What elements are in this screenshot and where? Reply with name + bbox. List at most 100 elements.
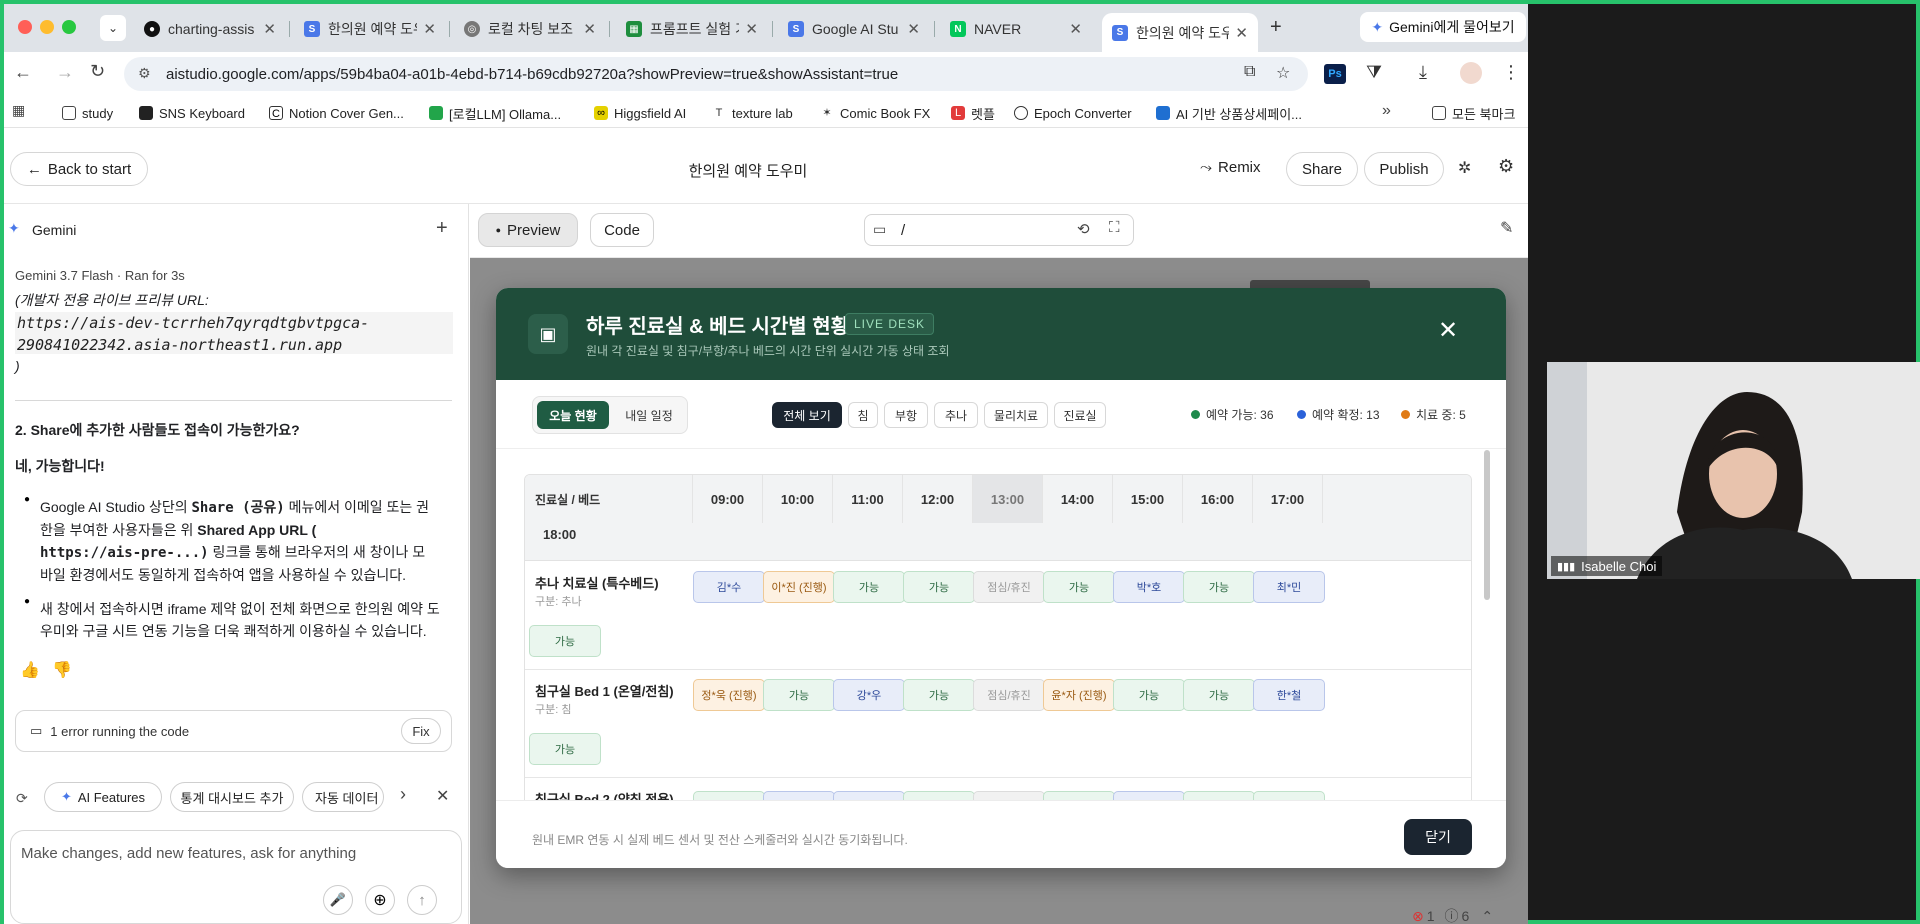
thumbs-down-icon[interactable]: 👎 xyxy=(52,660,72,680)
schedule-cell[interactable]: 강*우 xyxy=(833,679,905,711)
tab-close-icon[interactable]: ✕ xyxy=(907,20,920,38)
new-chat-button[interactable]: + xyxy=(436,217,448,240)
path-input[interactable]: / xyxy=(901,222,905,239)
profile-avatar[interactable] xyxy=(1460,62,1482,84)
site-info-icon[interactable]: ⚙ xyxy=(138,65,151,82)
schedule-cell[interactable]: 정*욱 (진행) xyxy=(693,679,765,711)
schedule-cell[interactable]: 윤*자 (진행) xyxy=(1043,679,1115,711)
segment-tomorrow[interactable]: 내일 일정 xyxy=(613,401,685,429)
bookmark-ai-product[interactable]: AI 기반 상품상세페이... xyxy=(1156,103,1302,123)
tab-close-icon[interactable]: ✕ xyxy=(1069,20,1082,38)
back-arrow-icon[interactable]: ← xyxy=(14,62,32,83)
schedule-cell[interactable]: 가능 xyxy=(1183,679,1255,711)
publish-button[interactable]: Publish xyxy=(1364,152,1444,186)
schedule-cell[interactable]: 점심/휴진 xyxy=(973,571,1045,603)
tab-search-button[interactable]: ⌄ xyxy=(100,15,126,41)
maximize-window-button[interactable] xyxy=(62,20,76,34)
schedule-cell[interactable]: 가능 xyxy=(1043,571,1115,603)
fix-button[interactable]: Fix xyxy=(401,718,441,744)
schedule-cell[interactable]: 가능 xyxy=(903,679,975,711)
tab-2[interactable]: ◎ 로컬 차팅 보조 5 ✕ xyxy=(454,13,606,45)
suggestion-stats-dashboard[interactable]: 통계 대시보드 추가 xyxy=(170,782,294,812)
back-to-start-button[interactable]: ← Back to start xyxy=(10,152,148,186)
schedule-cell[interactable]: 한*철 xyxy=(1253,679,1325,711)
apps-grid-icon[interactable]: ▦ xyxy=(12,102,25,119)
microphone-icon[interactable]: 🎤 xyxy=(323,885,353,915)
bookmark-study[interactable]: study xyxy=(62,103,113,123)
schedule-cell[interactable]: 가능 xyxy=(763,679,835,711)
schedule-cell[interactable]: 가능 xyxy=(1113,679,1185,711)
remix-button[interactable]: ⤳ Remix xyxy=(1200,159,1261,176)
settings-gear-icon[interactable]: ⚙ xyxy=(1498,156,1514,177)
bug-icon[interactable]: ✲ xyxy=(1458,158,1471,178)
schedule-cell[interactable]: 가능 xyxy=(529,625,601,657)
segment-today[interactable]: 오늘 현황 xyxy=(537,401,609,429)
tab-1[interactable]: S 한의원 예약 도우 ✕ xyxy=(294,13,446,45)
tab-close-icon[interactable]: ✕ xyxy=(1235,24,1248,42)
tab-0[interactable]: ● charting-assis ✕ xyxy=(134,13,286,45)
filter-all[interactable]: 전체 보기 xyxy=(772,402,842,428)
prompt-input[interactable]: Make changes, add new features, ask for … xyxy=(10,830,462,924)
suggestion-ai-features[interactable]: ✦ AI Features xyxy=(44,782,162,812)
filter-acupuncture[interactable]: 침 xyxy=(848,402,878,428)
close-modal-button[interactable]: 닫기 xyxy=(1404,819,1472,855)
all-bookmarks-folder[interactable]: 모든 북마크 xyxy=(1432,103,1515,123)
forward-arrow-icon[interactable]: → xyxy=(56,62,74,83)
tab-close-icon[interactable]: ✕ xyxy=(263,20,276,38)
tab-5[interactable]: N NAVER ✕ xyxy=(940,13,1092,45)
schedule-cell[interactable]: 가능 xyxy=(903,571,975,603)
tab-preview[interactable]: ● Preview xyxy=(478,213,578,247)
bookmark-comic-book-fx[interactable]: ✶ Comic Book FX xyxy=(820,103,930,123)
close-icon[interactable]: ✕ xyxy=(436,786,449,806)
device-toggle-icon[interactable]: ▭ xyxy=(873,221,886,238)
edit-icon[interactable]: ✎ xyxy=(1500,218,1513,238)
install-app-icon[interactable]: ⧉ xyxy=(1244,63,1255,81)
schedule-cell[interactable]: 가능 xyxy=(833,571,905,603)
tab-close-icon[interactable]: ✕ xyxy=(423,20,436,38)
filter-cupping[interactable]: 부항 xyxy=(884,402,928,428)
bookmark-star-icon[interactable]: ☆ xyxy=(1276,63,1290,83)
tab-close-icon[interactable]: ✕ xyxy=(745,20,758,38)
tab-4[interactable]: S Google AI Stu ✕ xyxy=(778,13,930,45)
bookmark-higgsfield[interactable]: ∞ Higgsfield AI xyxy=(594,103,686,123)
filter-physio[interactable]: 물리치료 xyxy=(984,402,1048,428)
bookmark-letple[interactable]: L 렛플 xyxy=(951,103,995,123)
close-window-button[interactable] xyxy=(18,20,32,34)
bookmark-texture-lab[interactable]: Ttexture lab xyxy=(712,103,793,123)
schedule-cell[interactable]: 박*호 xyxy=(1113,571,1185,603)
schedule-cell[interactable]: 이*진 (진행) xyxy=(763,571,835,603)
new-tab-button[interactable]: + xyxy=(1270,16,1282,39)
minimize-window-button[interactable] xyxy=(40,20,54,34)
send-button[interactable]: ↑ xyxy=(407,885,437,915)
add-attachment-icon[interactable]: ⊕ xyxy=(365,885,395,915)
tab-code[interactable]: Code xyxy=(590,213,654,247)
url-field[interactable]: ⚙ aistudio.google.com/apps/59b4ba04-a01b… xyxy=(124,57,1308,91)
gemini-ask-button[interactable]: ✦ Gemini에게 물어보기 xyxy=(1360,12,1526,42)
schedule-cell[interactable]: 가능 xyxy=(529,733,601,765)
bookmark-ollama[interactable]: [로컬LLM] Ollama... xyxy=(429,103,561,123)
bookmark-notion-cover[interactable]: C Notion Cover Gen... xyxy=(269,103,404,123)
filter-exam-room[interactable]: 진료실 xyxy=(1054,402,1106,428)
filter-chuna[interactable]: 추나 xyxy=(934,402,978,428)
bookmark-epoch-converter[interactable]: Epoch Converter xyxy=(1014,103,1132,123)
schedule-cell[interactable]: 점심/휴진 xyxy=(973,679,1045,711)
table-scrollbar[interactable] xyxy=(1484,450,1490,600)
thumbs-up-icon[interactable]: 👍 xyxy=(20,660,40,680)
bookmark-sns-keyboard[interactable]: SNS Keyboard xyxy=(139,103,245,123)
extensions-icon[interactable]: ⧩ xyxy=(1366,62,1382,83)
tab-3[interactable]: ▦ 프롬프트 실험 기 ✕ xyxy=(616,13,768,45)
more-bookmarks-icon[interactable]: » xyxy=(1382,102,1391,120)
download-icon[interactable]: ⤓ xyxy=(1419,62,1427,83)
browser-menu-icon[interactable]: ⋮ xyxy=(1502,62,1520,83)
photoshop-extension-icon[interactable]: Ps xyxy=(1324,64,1346,84)
status-indicator[interactable]: ⊗ 1 ⓘ 6 ⌃ xyxy=(1412,906,1493,924)
fullscreen-icon[interactable]: ⛶ xyxy=(1109,219,1120,236)
schedule-cell[interactable]: 가능 xyxy=(1183,571,1255,603)
schedule-cell[interactable]: 김*수 xyxy=(693,571,765,603)
suggestion-auto-data[interactable]: 자동 데이터 xyxy=(302,782,384,812)
tab-6-active[interactable]: S 한의원 예약 도우 ✕ xyxy=(1102,13,1258,52)
schedule-cell[interactable]: 최*민 xyxy=(1253,571,1325,603)
share-button[interactable]: Share xyxy=(1286,152,1358,186)
refresh-icon[interactable]: ⟲ xyxy=(1077,220,1090,238)
reload-icon[interactable]: ↻ xyxy=(90,61,105,82)
